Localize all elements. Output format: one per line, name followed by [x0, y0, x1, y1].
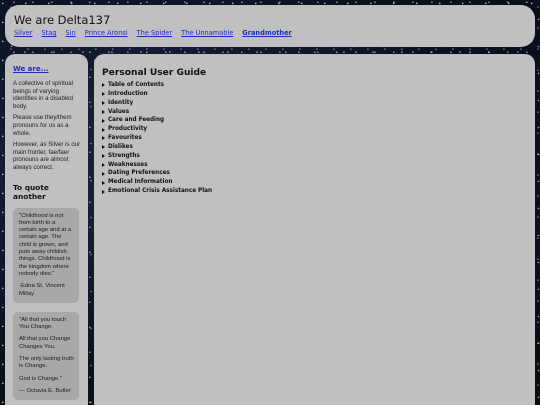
quote-card: "All that you touch You Change. All that… — [13, 311, 79, 401]
section-label: Introduction — [108, 90, 148, 97]
we-are-link[interactable]: We are... — [13, 65, 82, 73]
section-label: Emotional Crisis Assistance Plan — [108, 188, 213, 195]
site-header: We are Delta137 Silver Stag Sin Prince A… — [5, 5, 535, 47]
section-label: Favourites — [108, 135, 142, 142]
section-label: Dislikes — [108, 143, 133, 150]
quote-line: All that you Change Changes You. — [19, 336, 71, 350]
disclosure-triangle-icon — [102, 127, 105, 132]
quote-attribution: — Octavia E. Butler — [19, 387, 71, 394]
disclosure-triangle-icon — [102, 118, 105, 123]
quote-line: The only lasting truth is Change. — [19, 355, 74, 370]
section-label: Table of Contents — [108, 82, 165, 88]
quote-line: "All that you touch You Change. — [19, 316, 67, 331]
nav-link-stag[interactable]: Stag — [42, 29, 57, 38]
nav-link-the-spider[interactable]: The Spider — [137, 29, 173, 38]
section-label: Productivity — [108, 126, 148, 133]
section-toggle-care-and-feeding[interactable]: Care and Feeding — [102, 116, 527, 125]
quote-card: "Childhood is not from birth to a certai… — [13, 207, 79, 303]
nav-link-silver[interactable]: Silver — [14, 29, 33, 38]
section-label: Weaknesses — [108, 161, 148, 168]
disclosure-triangle-icon — [102, 136, 105, 141]
disclosure-triangle-icon — [102, 109, 105, 114]
quote-line: God is Change." — [19, 375, 63, 382]
disclosure-triangle-icon — [102, 171, 105, 176]
section-toggle-strengths[interactable]: Strengths — [102, 152, 527, 161]
quote-text: "Childhood is not from birth to a certai… — [19, 212, 72, 277]
section-toggle-dating-preferences[interactable]: Dating Preferences — [102, 169, 527, 178]
section-toggle-favourites[interactable]: Favourites — [102, 134, 527, 143]
disclosure-triangle-icon — [102, 101, 105, 106]
disclosure-triangle-icon — [102, 154, 105, 159]
section-label: Dating Preferences — [108, 170, 170, 177]
section-toggle-medical-information[interactable]: Medical Information — [102, 178, 527, 187]
nav-link-sin[interactable]: Sin — [66, 29, 76, 38]
section-toggle-dislikes[interactable]: Dislikes — [102, 143, 527, 152]
section-toggle-identity[interactable]: Identity — [102, 99, 527, 108]
section-label: Medical Information — [108, 179, 173, 186]
disclosure-triangle-icon — [102, 163, 105, 168]
section-label: Values — [108, 108, 130, 115]
sidebar-fronter-note: However, as Silver is our main fronter, … — [13, 141, 81, 171]
section-toggle-introduction[interactable]: Introduction — [102, 90, 527, 99]
quote-attribution: -Edna St. Vincent Millay — [19, 283, 65, 297]
site-title: We are Delta137 — [14, 13, 111, 27]
section-toggle-emotional-crisis-assistance-plan[interactable]: Emotional Crisis Assistance Plan — [102, 187, 527, 196]
section-list: Table of Contents Introduction Identity … — [102, 81, 527, 196]
disclosure-triangle-icon — [102, 92, 105, 97]
section-toggle-values[interactable]: Values — [102, 108, 527, 117]
disclosure-triangle-icon — [102, 83, 105, 88]
nav-link-grandmother[interactable]: Grandmother — [242, 29, 292, 38]
section-label: Strengths — [108, 152, 140, 159]
main-content: Personal User Guide Table of Contents In… — [94, 54, 535, 405]
section-label: Care and Feeding — [108, 117, 165, 124]
section-toggle-productivity[interactable]: Productivity — [102, 125, 527, 134]
section-label: Identity — [108, 99, 134, 106]
disclosure-triangle-icon — [102, 180, 105, 185]
disclosure-triangle-icon — [102, 145, 105, 150]
page-title: Personal User Guide — [102, 68, 207, 78]
nav-link-prince-aronsi[interactable]: Prince Aronsi — [85, 29, 128, 38]
section-toggle-table-of-contents[interactable]: Table of Contents — [102, 81, 527, 90]
headmate-nav: Silver Stag Sin Prince Aronsi The Spider… — [14, 29, 526, 38]
sidebar: We are... A collective of spiritual bein… — [5, 54, 88, 405]
quote-heading: To quote another — [13, 182, 49, 201]
disclosure-triangle-icon — [102, 189, 105, 194]
sidebar-description: A collective of spiritual beings of vary… — [13, 80, 73, 110]
sidebar-pronouns-note: Please use they/them pronouns for us as … — [13, 114, 72, 137]
nav-link-the-unnamable[interactable]: The Unnamable — [181, 29, 233, 38]
section-toggle-weaknesses[interactable]: Weaknesses — [102, 161, 527, 170]
